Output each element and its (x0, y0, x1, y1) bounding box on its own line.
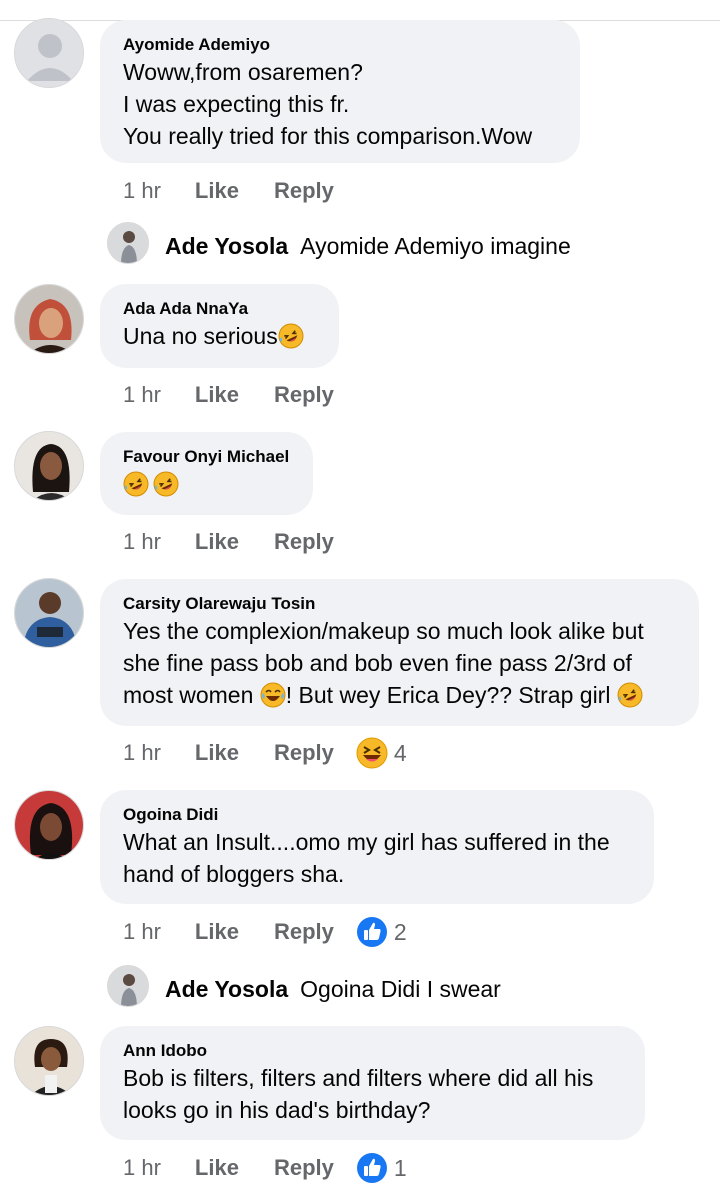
avatar[interactable] (14, 18, 84, 88)
comment-author[interactable]: Favour Onyi Michael (123, 446, 291, 468)
reply-item: Ade Yosola Ayomide Ademiyo imagine (165, 230, 571, 262)
avatar[interactable] (14, 284, 84, 354)
comment-bubble: Ann Idobo Bob is filters, filters and fi… (100, 1026, 645, 1140)
comment-bubble: Ada Ada NnaYa Una no serious (100, 284, 339, 368)
comment-actions: 1 hr Like Reply (123, 379, 334, 411)
reply-button[interactable]: Reply (274, 919, 334, 945)
haha-reaction-icon (356, 737, 388, 769)
comment-text: Una no serious (123, 320, 317, 352)
comment-text-line: Yes the complexion/makeup so much look a… (123, 618, 644, 644)
like-button[interactable]: Like (195, 919, 239, 945)
comment-bubble: Favour Onyi Michael (100, 432, 313, 515)
like-button[interactable]: Like (195, 529, 239, 555)
comment-text (123, 468, 291, 500)
comment-author[interactable]: Ada Ada NnaYa (123, 298, 317, 320)
reaction-count: 4 (393, 739, 407, 766)
rolling-laughing-emoji-icon (123, 471, 149, 497)
reply-button[interactable]: Reply (274, 178, 334, 204)
like-reaction-icon (356, 1153, 387, 1183)
comment-time[interactable]: 1 hr (123, 178, 161, 204)
reply-author[interactable]: Ade Yosola (165, 976, 288, 1003)
tears-of-joy-emoji-icon (260, 682, 286, 708)
comment-actions: 1 hr Like Reply (123, 175, 334, 207)
comment-time[interactable]: 1 hr (123, 382, 161, 408)
comment-text: Bob is filters, filters and filters wher… (123, 1065, 594, 1123)
comment-author[interactable]: Ayomide Ademiyo (123, 34, 558, 56)
comment-actions: 1 hr Like Reply 4 (123, 737, 407, 769)
reaction-count: 2 (393, 918, 407, 945)
user-photo-avatar (15, 1027, 83, 1095)
comment-text-line: most women ! But wey Erica Dey?? Strap g… (123, 679, 677, 711)
comment-actions: 1 hr Like Reply 1 (123, 1152, 407, 1184)
comment-author[interactable]: Carsity Olarewaju Tosin (123, 593, 677, 615)
comment-bubble: Carsity Olarewaju Tosin Yes the complexi… (100, 579, 699, 726)
like-button[interactable]: Like (195, 178, 239, 204)
comment-text-line: she fine pass bob and bob even fine pass… (123, 650, 632, 676)
comment-text: Woww,from osaremen? I was expecting this… (123, 59, 533, 149)
avatar[interactable] (14, 1026, 84, 1096)
reply-text: Ogoina Didi I swear (300, 975, 501, 1002)
reply-author[interactable]: Ade Yosola (165, 233, 288, 260)
user-photo-avatar (15, 285, 83, 353)
comment-time[interactable]: 1 hr (123, 1155, 161, 1181)
reaction-summary[interactable]: 2 (356, 916, 407, 948)
reply-button[interactable]: Reply (274, 529, 334, 555)
comment-actions: 1 hr Like Reply 2 (123, 916, 407, 948)
reaction-summary[interactable]: 1 (356, 1152, 407, 1184)
reaction-count: 1 (393, 1154, 407, 1181)
user-photo-avatar (108, 966, 148, 1006)
rolling-laughing-emoji-icon (617, 682, 643, 708)
reply-button[interactable]: Reply (274, 382, 334, 408)
avatar[interactable] (14, 790, 84, 860)
like-button[interactable]: Like (195, 1155, 239, 1181)
reply-item: Ade Yosola Ogoina Didi I swear (165, 973, 501, 1005)
like-reaction-icon (356, 917, 387, 947)
avatar[interactable] (14, 578, 84, 648)
comment-bubble: Ogoina Didi What an Insult....omo my gir… (100, 790, 654, 904)
user-photo-avatar (15, 791, 83, 859)
reply-button[interactable]: Reply (274, 740, 334, 766)
comment-author[interactable]: Ogoina Didi (123, 804, 632, 826)
default-user-avatar-icon (15, 19, 83, 87)
reply-avatar[interactable] (107, 965, 149, 1007)
comment-bubble: Ayomide Ademiyo Woww,from osaremen? I wa… (100, 20, 580, 163)
reaction-summary[interactable]: 4 (356, 737, 407, 769)
user-photo-avatar (15, 432, 83, 500)
rolling-laughing-emoji-icon (153, 471, 179, 497)
comment-time[interactable]: 1 hr (123, 529, 161, 555)
reply-avatar[interactable] (107, 222, 149, 264)
like-button[interactable]: Like (195, 382, 239, 408)
like-button[interactable]: Like (195, 740, 239, 766)
user-photo-avatar (108, 223, 148, 263)
avatar[interactable] (14, 431, 84, 501)
comment-time[interactable]: 1 hr (123, 919, 161, 945)
comment-text-segment: ! But wey Erica Dey?? Strap girl (285, 682, 617, 708)
comment-text: What an Insult....omo my girl has suffer… (123, 829, 610, 887)
comment-time[interactable]: 1 hr (123, 740, 161, 766)
reply-button[interactable]: Reply (274, 1155, 334, 1181)
rolling-laughing-emoji-icon (278, 323, 304, 349)
comment-text-content: Una no serious (123, 323, 278, 349)
user-photo-avatar (15, 579, 83, 647)
comment-author[interactable]: Ann Idobo (123, 1040, 623, 1062)
reply-text: Ayomide Ademiyo imagine (300, 232, 571, 259)
comment-actions: 1 hr Like Reply (123, 526, 334, 558)
comment-text-segment: most women (123, 682, 260, 708)
